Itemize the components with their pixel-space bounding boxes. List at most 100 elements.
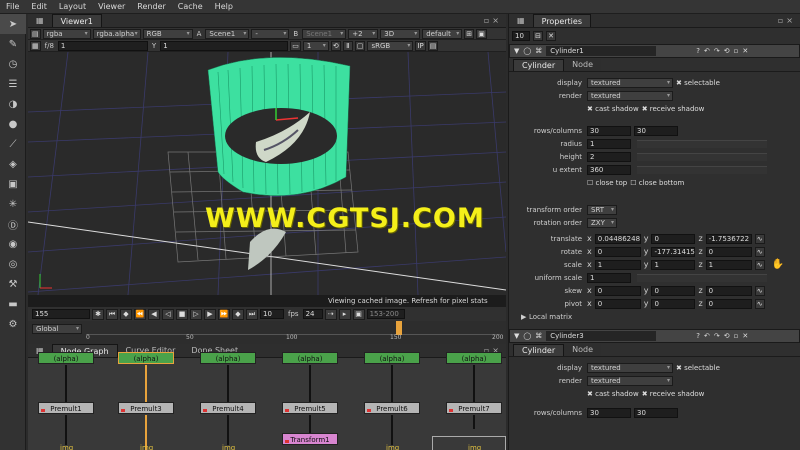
channels-dropdown[interactable]: rgba — [42, 28, 91, 39]
next-frame-icon[interactable]: ▶ — [204, 308, 216, 320]
float-panel-icon[interactable]: ▫ — [734, 47, 739, 55]
rotate-z-input[interactable]: 0 — [705, 246, 752, 257]
u-extent-slider[interactable] — [637, 165, 767, 174]
pivot-y-input[interactable]: 0 — [651, 298, 696, 309]
scale-z-input[interactable]: 1 — [705, 259, 752, 270]
close-all-icon[interactable]: ✕ — [546, 31, 556, 41]
viewer-menu-icon[interactable]: ▦ — [28, 14, 52, 27]
toolsets-icon[interactable]: ⚒ — [0, 274, 26, 294]
transform-order-dropdown[interactable]: SRT — [587, 204, 617, 215]
tab-node[interactable]: Node — [564, 59, 602, 71]
play-backward-icon[interactable]: ◁ — [162, 308, 174, 320]
tab-properties[interactable]: Properties — [532, 14, 591, 27]
other-icon[interactable]: ▬ — [0, 294, 26, 314]
tab-viewer1[interactable]: Viewer1 — [51, 14, 102, 27]
menu-help[interactable]: Help — [209, 2, 239, 11]
display-icon[interactable]: ▭ — [290, 40, 301, 51]
loop-mode-icon[interactable]: ⇢ — [324, 308, 337, 320]
tab-cylinder[interactable]: Cylinder — [513, 344, 565, 356]
menu-layout[interactable]: Layout — [53, 2, 92, 11]
channels-icon[interactable]: ☰ — [0, 74, 26, 94]
next-key-icon[interactable]: ◆ — [232, 308, 244, 320]
gamma-input[interactable]: 1 — [160, 40, 289, 51]
range-mode-dropdown[interactable]: Global — [32, 324, 82, 334]
translate-x-input[interactable]: 0.04486248 — [594, 233, 641, 244]
circle-icon[interactable]: ● — [0, 114, 26, 134]
settings-icon[interactable]: ⚙ — [0, 314, 26, 334]
node-alpha-6[interactable]: (alpha) — [446, 352, 502, 364]
undo-icon[interactable]: ↶ — [704, 332, 710, 340]
float-icon[interactable]: ◯ — [523, 332, 531, 340]
fstop-toggle-icon[interactable]: ▦ — [30, 40, 41, 51]
lut-dropdown[interactable]: default — [422, 28, 463, 39]
stop-icon[interactable]: ■ — [176, 308, 188, 320]
clear-panels-icon[interactable]: ⊟ — [533, 31, 543, 41]
close-panel-icon[interactable]: ✕ — [742, 332, 748, 340]
play-icon[interactable]: ▸ — [338, 308, 351, 320]
rotate-y-input[interactable]: -177.31415 — [651, 246, 696, 257]
display-dropdown[interactable]: textured — [587, 77, 673, 88]
overlay-icon[interactable]: ▤ — [427, 40, 439, 51]
cast-shadow-checkbox[interactable]: ✖ cast shadow — [587, 105, 639, 113]
translate-y-input[interactable]: 0 — [651, 233, 696, 244]
curve-icon[interactable]: ∿ — [754, 233, 765, 244]
curve-icon[interactable]: ∿ — [754, 298, 765, 309]
node-name-field[interactable]: Cylinder3 — [546, 331, 657, 341]
keyer-icon[interactable]: ⟋ — [0, 134, 26, 154]
max-panels-input[interactable]: 10 — [512, 31, 530, 41]
fps-input[interactable]: 24 — [302, 309, 323, 319]
height-input[interactable]: 2 — [587, 151, 631, 162]
view-mode-dropdown[interactable]: 3D — [380, 28, 421, 39]
rotation-order-dropdown[interactable]: ZXY — [587, 217, 617, 228]
receive-shadow-checkbox[interactable]: ✖ receive shadow — [642, 105, 705, 113]
node-alpha-2[interactable]: (alpha) — [118, 352, 174, 364]
redo-icon[interactable]: ↷ — [714, 47, 720, 55]
gain-input[interactable]: 1 — [57, 40, 148, 51]
display-dropdown[interactable]: textured — [587, 362, 673, 373]
render-icon[interactable]: ▣ — [352, 308, 365, 320]
help-icon[interactable]: ? — [696, 47, 700, 55]
node-premult5[interactable]: Premult5 — [282, 402, 338, 414]
rows-input[interactable]: 30 — [587, 125, 631, 136]
proxy-icon[interactable]: ▢ — [354, 40, 366, 51]
playhead[interactable] — [396, 321, 402, 335]
selectable-checkbox[interactable]: ✖ selectable — [676, 79, 720, 87]
frame-range-input[interactable]: 153-200 — [366, 309, 405, 319]
viewer-canvas[interactable] — [28, 52, 506, 295]
collapse-icon[interactable]: ▼ — [514, 47, 519, 55]
tab-cylinder[interactable]: Cylinder — [513, 59, 565, 71]
u-extent-input[interactable]: 360 — [587, 164, 631, 175]
float-icon[interactable]: ◯ — [523, 47, 531, 55]
uniform-scale-input[interactable]: 1 — [587, 272, 631, 283]
redo-icon[interactable]: ↷ — [714, 332, 720, 340]
node-alpha-3[interactable]: (alpha) — [200, 352, 256, 364]
menu-viewer[interactable]: Viewer — [92, 2, 131, 11]
revert-icon[interactable]: ⟲ — [724, 47, 730, 55]
properties-menu-icon[interactable]: ▦ — [509, 14, 533, 27]
menu-file[interactable]: File — [0, 2, 25, 11]
curve-icon[interactable]: ∿ — [754, 285, 765, 296]
curve-icon[interactable]: ∿ — [754, 259, 765, 270]
next-increment-icon[interactable]: ⏩ — [218, 308, 230, 320]
close-top-checkbox[interactable]: ☐ close top — [587, 179, 627, 187]
revert-icon[interactable]: ⟲ — [724, 332, 730, 340]
roi-icon[interactable]: ▣ — [476, 28, 487, 39]
node-icon[interactable]: ⌘ — [535, 332, 542, 340]
node-transform1[interactable]: Transform1 — [282, 433, 338, 445]
zoom-dropdown[interactable]: +2 — [348, 28, 379, 39]
help-icon[interactable]: ? — [696, 332, 700, 340]
paint-icon[interactable]: ✎ — [0, 34, 26, 54]
lock-icon[interactable]: ⊞ — [464, 28, 475, 39]
curve-icon[interactable]: ∿ — [754, 246, 765, 257]
properties-pane-controls-icon[interactable]: ▫× — [778, 16, 796, 25]
selectable-checkbox[interactable]: ✖ selectable — [676, 364, 720, 372]
close-bottom-checkbox[interactable]: ☐ close bottom — [630, 179, 684, 187]
scale-x-input[interactable]: 1 — [594, 259, 641, 270]
cast-shadow-checkbox[interactable]: ✖ cast shadow — [587, 390, 639, 398]
node-graph-panel[interactable]: ▦ Node Graph Curve Editor Dope Sheet ▫× … — [28, 344, 506, 450]
current-frame-input[interactable]: 155 — [32, 309, 90, 319]
settings-icon-small[interactable]: ✱ — [92, 308, 104, 320]
colorspace-dropdown[interactable]: sRGB — [367, 40, 414, 51]
3d-icon[interactable]: ▣ — [0, 174, 26, 194]
node-icon[interactable]: ⌘ — [535, 47, 542, 55]
